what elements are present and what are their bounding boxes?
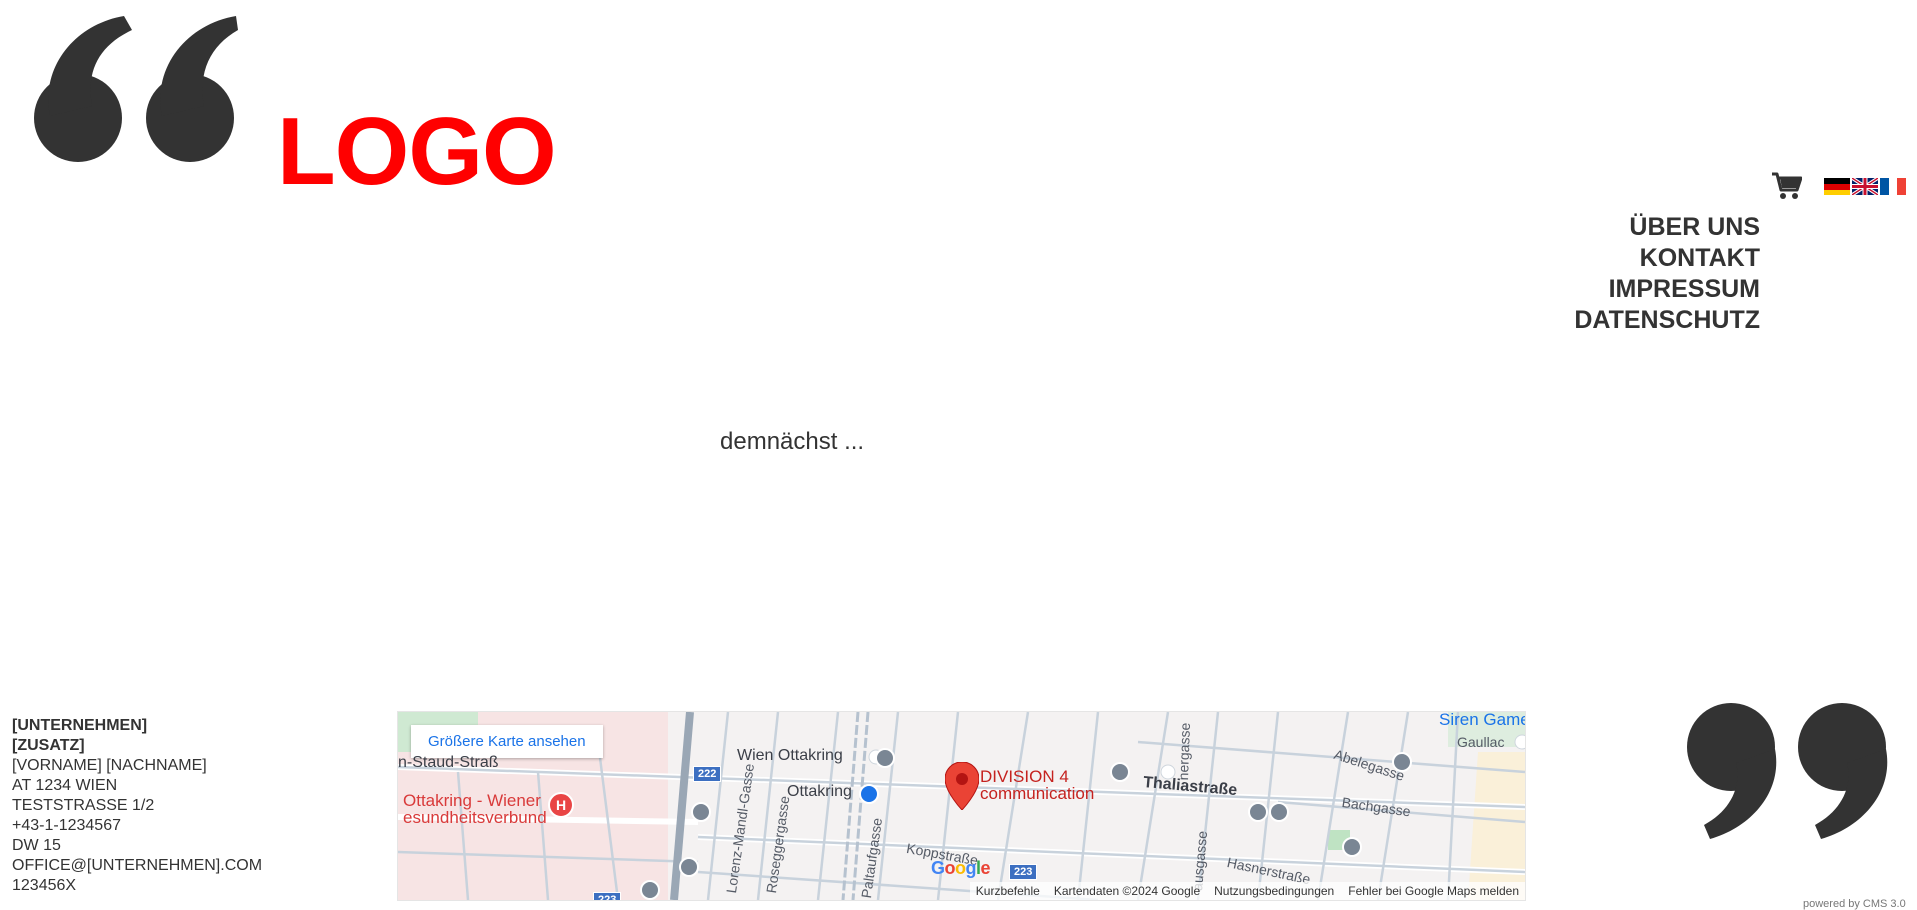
map-attribution: Kurzbefehle Kartendaten ©2024 Google Nut… xyxy=(969,882,1525,900)
language-switcher xyxy=(1824,178,1906,195)
transit-icon xyxy=(1392,752,1412,772)
map-label-hospital: Ottakring - Wiener esundheitsverbund xyxy=(403,791,547,827)
logo[interactable]: LOGO xyxy=(277,104,557,200)
subway-icon xyxy=(859,784,879,804)
main-nav: ÜBER UNS KONTAKT IMPRESSUM DATENSCHUTZ xyxy=(1574,212,1760,336)
footer-address: [UNTERNEHMEN] [ZUSATZ] [VORNAME] [NACHNA… xyxy=(12,716,262,896)
transit-icon xyxy=(1342,837,1362,857)
email-address[interactable]: OFFICE@[UNTERNEHMEN].COM xyxy=(12,856,262,876)
map-label-siren: Siren Game xyxy=(1439,711,1526,729)
hospital-icon: H xyxy=(548,792,574,818)
phone-extension: DW 15 xyxy=(12,837,61,854)
phone-number: +43-1-1234567 xyxy=(12,817,121,834)
nav-item-impressum[interactable]: IMPRESSUM xyxy=(1574,274,1760,305)
address-city: AT 1234 WIEN xyxy=(12,777,118,794)
transit-icon xyxy=(875,748,895,768)
coming-soon-text: demnächst ... xyxy=(720,428,865,455)
keyboard-shortcuts-link[interactable]: Kurzbefehle xyxy=(976,884,1040,898)
map-label-staud: n-Staud-Straß xyxy=(398,754,499,771)
powered-by[interactable]: powered by CMS 3.0 xyxy=(1803,898,1906,910)
company-addition: [ZUSATZ] xyxy=(12,737,85,754)
route-shield-222: 222 xyxy=(693,766,722,782)
quote-open-icon xyxy=(34,16,238,162)
transit-icon xyxy=(640,880,660,900)
terms-link[interactable]: Nutzungsbedingungen xyxy=(1214,884,1334,898)
map-data-text: Kartendaten ©2024 Google xyxy=(1053,884,1201,898)
report-error-link[interactable]: Fehler bei Google Maps melden xyxy=(1348,884,1519,898)
map-embed[interactable]: Größere Karte ansehen n-Staud-Straß Wien… xyxy=(397,711,1526,901)
flag-de-icon[interactable] xyxy=(1824,178,1850,195)
google-logo: Google xyxy=(931,858,991,878)
route-shield-223: 223 xyxy=(1009,864,1038,880)
map-marker-label: DIVISION 4 communication xyxy=(980,767,1095,803)
transit-icon xyxy=(1248,802,1268,822)
transit-icon xyxy=(1269,802,1289,822)
flag-en-icon[interactable] xyxy=(1852,178,1878,195)
company-id: 123456X xyxy=(12,877,77,894)
map-marker-icon[interactable] xyxy=(945,762,979,810)
svg-text:H: H xyxy=(556,797,566,813)
map-label-gaullac: Gaullac xyxy=(1457,734,1505,750)
transit-icon xyxy=(679,857,699,877)
cart-icon[interactable] xyxy=(1772,172,1802,200)
nav-item-ueber-uns[interactable]: ÜBER UNS xyxy=(1574,212,1760,243)
transit-icon xyxy=(691,802,711,822)
route-shield-223b: 223 xyxy=(593,892,622,900)
quote-close-icon xyxy=(1687,703,1888,839)
company-name: [UNTERNEHMEN] xyxy=(12,717,148,734)
map-label-wien-ottakring: Wien Ottakring xyxy=(737,747,843,764)
map-label-ottakring: Ottakring xyxy=(787,783,852,800)
transit-icon xyxy=(1110,762,1130,782)
nav-item-kontakt[interactable]: KONTAKT xyxy=(1574,243,1760,274)
map-label-nergasse: nergasse xyxy=(1175,722,1194,781)
contact-name: [VORNAME] [NACHNAME] xyxy=(12,757,207,774)
address-street: TESTSTRASSE 1/2 xyxy=(12,797,155,814)
nav-item-datenschutz[interactable]: DATENSCHUTZ xyxy=(1574,305,1760,336)
flag-fr-icon[interactable] xyxy=(1880,178,1906,195)
